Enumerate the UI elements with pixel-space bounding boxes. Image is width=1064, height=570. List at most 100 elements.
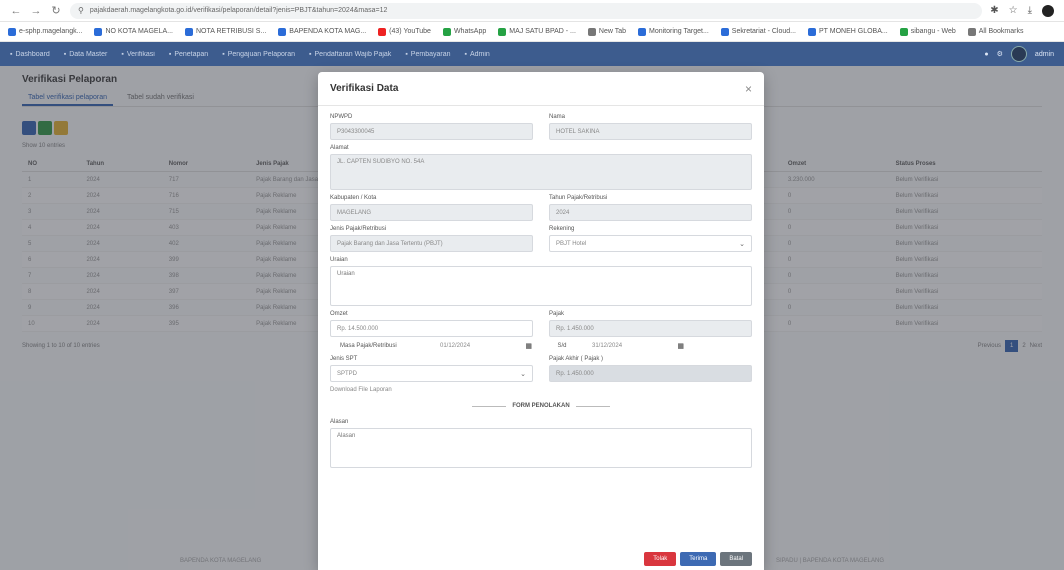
modal-title: Verifikasi Data	[330, 83, 399, 94]
download-icon[interactable]: ⤓	[1028, 5, 1032, 17]
omzet-field[interactable]: Rp. 14.500.000	[330, 320, 533, 337]
nav-item[interactable]: ▪ Pengajuan Pelaporan	[222, 51, 295, 58]
bookmark-item[interactable]: New Tab	[587, 27, 626, 36]
bookmark-label: All Bookmarks	[978, 28, 1024, 35]
nav-item-label: Verifikasi	[126, 50, 155, 58]
download-file-link[interactable]: Download File Laporan	[330, 387, 752, 393]
masa-end-value: 31/12/2024	[592, 343, 623, 349]
divider-line	[472, 405, 507, 407]
nama-field: HOTEL SAKINA	[549, 123, 752, 140]
bookmark-item[interactable]: sibangu - Web	[899, 27, 956, 36]
alasan-label: Alasan	[330, 419, 349, 425]
back-icon[interactable]: ←	[10, 5, 22, 17]
form-penolakan-title: FORM PENOLAKAN	[512, 403, 570, 409]
bookmark-label: New Tab	[598, 28, 626, 35]
batal-button[interactable]: Batal	[720, 552, 752, 566]
verification-modal: Verifikasi Data × NPWPD P3043300045 Nama…	[318, 72, 764, 570]
bookmark-item[interactable]: NOTA RETRIBUSI S...	[185, 27, 267, 36]
pajak-label: Pajak	[549, 311, 565, 317]
bookmark-label: Monitoring Target...	[649, 28, 709, 35]
nav-item[interactable]: ▪ Pendaftaran Wajib Pajak	[309, 51, 391, 58]
npwpd-field: P3043300045	[330, 123, 533, 140]
bookmarks-bar: e-sphp.magelangk... NO KOTA MAGELA... NOTA…	[0, 22, 1064, 42]
sd-label: S/d	[557, 343, 567, 349]
nav-item[interactable]: ▪ Admin	[465, 51, 490, 58]
tolak-button[interactable]: Tolak	[644, 552, 677, 566]
bookmark-item[interactable]: e-sphp.magelangk...	[8, 27, 82, 36]
uraian-label: Uraian	[330, 257, 348, 263]
jenis-spt-select[interactable]: SPTPD ⌄	[330, 365, 533, 382]
alasan-input[interactable]	[330, 428, 752, 468]
tahun-pajak-label: Tahun Pajak/Retribusi	[549, 195, 608, 201]
bookmark-favicon-icon	[720, 27, 729, 36]
jenis-spt-value: SPTPD	[337, 370, 358, 377]
bookmark-item[interactable]: (43) YouTube	[378, 27, 431, 36]
profile-avatar[interactable]	[1042, 4, 1054, 17]
kabupaten-field: MAGELANG	[330, 204, 533, 221]
bookmark-label: NOTA RETRIBUSI S...	[196, 28, 267, 35]
bookmark-item[interactable]: Sekretariat - Cloud...	[720, 27, 796, 36]
rekening-select[interactable]: PBJT Hotel ⌄	[549, 235, 752, 252]
bookmark-item[interactable]: NO KOTA MAGELA...	[94, 27, 173, 36]
nav-item[interactable]: ▪ Pembayaran	[405, 51, 450, 58]
site-info-icon[interactable]: ⚲	[78, 6, 84, 15]
nav-item-label: Admin	[469, 50, 490, 58]
bookmark-favicon-icon	[587, 27, 596, 36]
address-bar[interactable]: ⚲ pajakdaerah.magelangkota.go.id/verifik…	[70, 2, 983, 19]
user-name[interactable]: admin	[1035, 51, 1054, 58]
forward-icon[interactable]: →	[30, 5, 42, 17]
calendar-icon[interactable]: ▦	[525, 342, 532, 350]
nav-item[interactable]: ▪ Dashboard	[10, 51, 50, 58]
alamat-label: Alamat	[330, 145, 349, 151]
rekening-value: PBJT Hotel	[556, 240, 587, 247]
npwpd-label: NPWPD	[330, 114, 353, 120]
terima-button[interactable]: Terima	[680, 552, 717, 566]
bookmark-favicon-icon	[442, 27, 451, 36]
jenis-pajak-field: Pajak Barang dan Jasa Tertentu (PBJT)	[330, 235, 533, 252]
bookmark-label: Sekretariat - Cloud...	[731, 28, 796, 35]
notification-icon[interactable]: ●	[984, 51, 988, 58]
uraian-input[interactable]	[330, 266, 752, 306]
bookmark-item[interactable]: Monitoring Target...	[638, 27, 709, 36]
bookmark-label: BAPENDA KOTA MAG...	[289, 28, 367, 35]
chevron-down-icon: ⌄	[739, 240, 745, 248]
pajak-akhir-label: Pajak Akhir ( Pajak )	[549, 356, 604, 362]
bookmark-label: sibangu - Web	[910, 28, 956, 35]
rekening-label: Rekening	[549, 226, 575, 232]
calendar-icon[interactable]: ▦	[677, 342, 684, 350]
nav-item-icon: ▪	[168, 50, 172, 58]
masa-end-input[interactable]: 31/12/2024 ▦	[590, 342, 686, 350]
bookmark-item[interactable]: MAJ SATU BPAD - ...	[498, 27, 576, 36]
bookmark-item[interactable]: PT MONEH GLOBA...	[808, 27, 888, 36]
user-avatar[interactable]	[1010, 46, 1027, 62]
pajak-field: Rp. 1.450.000	[549, 320, 752, 337]
nav-item-label: Pendaftaran Wajib Pajak	[314, 50, 392, 58]
modal-header: Verifikasi Data ×	[318, 72, 764, 106]
bookmark-label: NO KOTA MAGELA...	[105, 28, 173, 35]
pajak-akhir-field: Rp. 1.450.000	[549, 365, 752, 382]
nav-item[interactable]: ▪ Data Master	[64, 51, 108, 58]
nav-item-label: Dashboard	[15, 50, 50, 58]
nav-item[interactable]: ▪ Penetapan	[169, 51, 208, 58]
settings-icon[interactable]: ⚙	[997, 50, 1003, 58]
bookmark-favicon-icon	[94, 27, 103, 36]
form-penolakan-divider: FORM PENOLAKAN	[330, 403, 752, 409]
bookmark-favicon-icon	[967, 27, 976, 36]
nav-item-icon: ▪	[222, 50, 225, 58]
bookmark-item[interactable]: WhatsApp	[442, 27, 486, 36]
star-icon[interactable]: ☆	[1009, 5, 1018, 17]
nav-item-icon: ▪	[405, 50, 408, 58]
nav-item[interactable]: ▪ Verifikasi	[121, 51, 155, 58]
app-navbar: ▪ Dashboard ▪ Data Master ▪ Verifikasi ▪ Peneta…	[0, 42, 1064, 66]
extensions-icon[interactable]: ✱	[990, 5, 998, 17]
masa-pajak-row: Masa Pajak/Retribusi 01/12/2024 ▦ S/d 31…	[330, 342, 752, 350]
masa-start-input[interactable]: 01/12/2024 ▦	[438, 342, 534, 350]
close-icon[interactable]: ×	[745, 82, 752, 96]
reload-icon[interactable]: ↻	[50, 4, 62, 17]
bookmark-item[interactable]: All Bookmarks	[967, 27, 1024, 36]
jenis-pajak-label: Jenis Pajak/Retribusi	[330, 226, 387, 232]
bookmark-item[interactable]: BAPENDA KOTA MAG...	[278, 27, 367, 36]
bookmark-favicon-icon	[8, 27, 16, 36]
bookmark-favicon-icon	[378, 27, 387, 36]
kabupaten-label: Kabupaten / Kota	[330, 195, 377, 201]
